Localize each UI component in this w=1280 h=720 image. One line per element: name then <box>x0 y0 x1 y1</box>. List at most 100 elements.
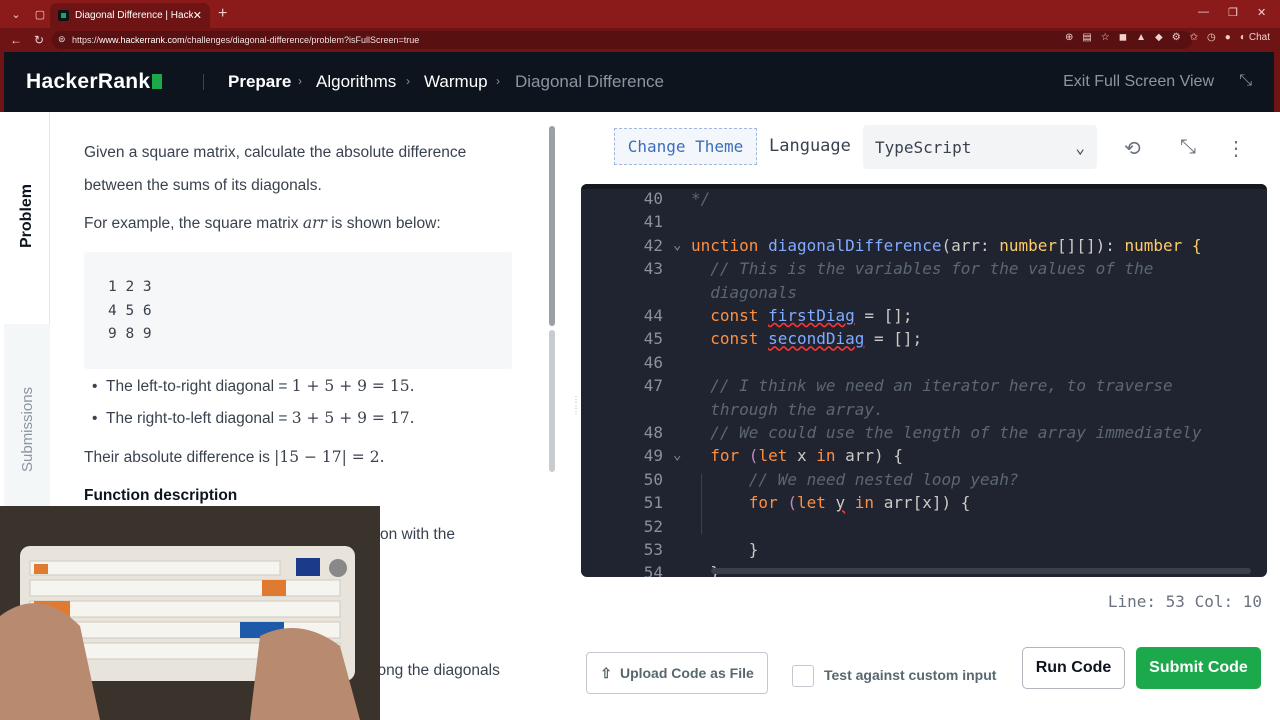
back-icon[interactable]: ← <box>10 33 24 47</box>
code-text: */ <box>691 187 710 210</box>
code-token: unction <box>691 235 769 255</box>
code-token: y <box>835 493 846 513</box>
site-info-icon[interactable]: ⊜ <box>58 34 66 45</box>
extension-icon[interactable]: ⚙ <box>1172 32 1181 43</box>
more-options-icon[interactable]: ⋮ <box>1226 136 1246 161</box>
tab-title: Diagonal Difference | HackerRank <box>75 10 193 21</box>
fold-chevron-icon[interactable]: ⌄ <box>673 444 681 467</box>
tab-problem[interactable]: Problem <box>4 112 50 324</box>
extension-icon[interactable]: ◆ <box>1155 32 1163 43</box>
collapse-icon[interactable]: ⤡ <box>1239 72 1252 90</box>
code-token: [][]): <box>1057 235 1125 255</box>
hackerrank-favicon <box>58 10 69 21</box>
custom-input-label[interactable]: Test against custom input <box>824 667 996 683</box>
extensions-toolbar: ⊕ ▤ ☆ ◼ ▲ ◆ ⚙ ✩ ◷ ● ◐ Chat <box>1065 32 1270 43</box>
code-line[interactable]: 43 // This is the variables for the valu… <box>581 257 1267 280</box>
close-tab-icon[interactable]: ✕ <box>193 9 202 22</box>
code-line[interactable]: 47 // I think we need an iterator here, … <box>581 374 1267 397</box>
zoom-icon[interactable]: ⊕ <box>1065 32 1073 43</box>
upload-label: Upload Code as File <box>619 665 754 681</box>
code-line[interactable]: 51 for (let y in arr[x]) { <box>581 491 1267 514</box>
hackerrank-logo[interactable]: HackerRank <box>26 70 163 94</box>
code-token: // This is the variables for the values … <box>691 259 1154 279</box>
extension-icon[interactable]: ▲ <box>1136 32 1146 43</box>
url-field[interactable]: ⊜ https://www.hackerrank.com/challenges/… <box>52 31 1192 49</box>
code-line[interactable]: 49 ⌄ for (let x in arr) { <box>581 444 1267 467</box>
upload-code-button[interactable]: ⇧ Upload Code as File <box>586 652 768 694</box>
restore-icon[interactable]: ❐ <box>1228 6 1238 19</box>
code-line[interactable]: through the array. <box>581 398 1267 421</box>
code-editor[interactable]: 40 */ 41 42 ⌄ unction diagonalDifference(arr:… <box>581 184 1267 577</box>
code-line[interactable]: 46 <box>581 351 1267 374</box>
scrollbar-track[interactable] <box>549 330 555 472</box>
code-line[interactable]: 41 <box>581 210 1267 233</box>
code-line[interactable]: 50 // We need nested loop yeah? <box>581 468 1267 491</box>
code-token: } <box>691 540 759 559</box>
line-number: 50 <box>643 469 663 489</box>
pane-resizer[interactable]: ⋮ ⋮ ⋮ <box>568 112 582 720</box>
breadcrumb-prepare[interactable]: Prepare <box>228 72 291 92</box>
run-code-button[interactable]: Run Code <box>1022 647 1125 689</box>
example-prefix: For example, the square matrix <box>84 215 299 232</box>
status-col: Col: 10 <box>1194 592 1262 611</box>
code-token: ( <box>748 446 759 466</box>
profile-icon[interactable]: ● <box>1225 32 1231 43</box>
code-line[interactable]: 52 <box>581 515 1267 538</box>
code-token: // We need nested loop yeah? <box>691 469 1019 489</box>
status-line: Line: 53 <box>1107 592 1185 611</box>
line-number: 45 <box>643 329 663 349</box>
new-tab-icon[interactable]: + <box>218 5 227 23</box>
line-number: 47 <box>643 376 663 396</box>
webcam-overlay <box>0 506 380 720</box>
submit-code-button[interactable]: Submit Code <box>1136 647 1261 689</box>
code-line[interactable]: 44 const firstDiag = []; <box>581 304 1267 327</box>
code-token: through the array. <box>691 399 884 419</box>
restore-code-icon[interactable]: ⟲ <box>1124 136 1141 161</box>
custom-input-checkbox[interactable] <box>792 665 814 687</box>
logo-text: HackerRank <box>26 70 151 93</box>
code-token: ( <box>787 493 797 513</box>
scrollbar-thumb[interactable] <box>549 126 555 326</box>
code-line[interactable]: 45 const secondDiag = []; <box>581 327 1267 350</box>
matrix-example: 1 2 3 4 5 6 9 8 9 <box>84 252 512 369</box>
language-select[interactable]: TypeScript ⌄ <box>863 125 1097 169</box>
bullet2-math: 3 + 5 + 9 = 17. <box>291 409 415 427</box>
code-text: const secondDiag = []; <box>691 327 922 350</box>
breadcrumb-warmup[interactable]: Warmup <box>424 72 488 92</box>
line-number: 51 <box>643 493 663 513</box>
resize-handle-icon[interactable]: ⋮ ⋮ ⋮ <box>572 396 580 416</box>
refresh-icon[interactable]: ↻ <box>34 33 48 47</box>
code-line[interactable]: 53 } <box>581 538 1267 561</box>
browser-tab[interactable]: Diagonal Difference | HackerRank ✕ <box>50 3 210 28</box>
tab-list-icon[interactable]: ⌄ <box>8 6 24 22</box>
code-line[interactable]: diagonals <box>581 281 1267 304</box>
tab-submissions[interactable]: Submissions <box>19 387 36 472</box>
history-icon[interactable]: ◷ <box>1207 32 1216 43</box>
minimize-icon[interactable]: — <box>1198 6 1209 18</box>
editor-horizontal-scrollbar[interactable] <box>711 568 1251 574</box>
fold-chevron-icon[interactable]: ⌄ <box>673 234 681 257</box>
reader-icon[interactable]: ▤ <box>1082 32 1091 43</box>
indent-guide <box>701 474 702 534</box>
minimize-editor-icon[interactable]: ⤡ <box>1180 136 1196 159</box>
code-line[interactable]: 40 */ <box>581 187 1267 210</box>
window-close-icon[interactable]: ✕ <box>1257 6 1266 19</box>
change-theme-button[interactable]: Change Theme <box>614 128 757 165</box>
code-line[interactable]: 42 ⌄ unction diagonalDifference(arr: numbe… <box>581 234 1267 257</box>
matrix-row: 9 8 9 <box>108 326 152 342</box>
favorite-icon[interactable]: ☆ <box>1101 32 1110 43</box>
problem-scrollbar[interactable] <box>549 120 556 710</box>
exit-fullscreen-link[interactable]: Exit Full Screen View <box>1063 73 1214 91</box>
chat-button[interactable]: ◐ Chat <box>1240 32 1270 43</box>
editor-pane-scrollbar[interactable] <box>1264 120 1270 710</box>
workspaces-icon[interactable]: ▢ <box>32 6 48 22</box>
keyboard-video-image <box>0 506 380 720</box>
upload-icon: ⇧ <box>600 664 612 681</box>
code-line[interactable]: 48 // We could use the length of the arr… <box>581 421 1267 444</box>
breadcrumb-algorithms[interactable]: Algorithms <box>316 72 396 92</box>
code-token: let <box>758 446 788 466</box>
partial-text: on with the <box>380 526 455 543</box>
editor-pane: Change Theme Language TypeScript ⌄ ⟲ ⤡ ⋮… <box>581 112 1274 720</box>
favorites-icon[interactable]: ✩ <box>1190 32 1198 43</box>
extension-icon[interactable]: ◼ <box>1119 32 1127 43</box>
